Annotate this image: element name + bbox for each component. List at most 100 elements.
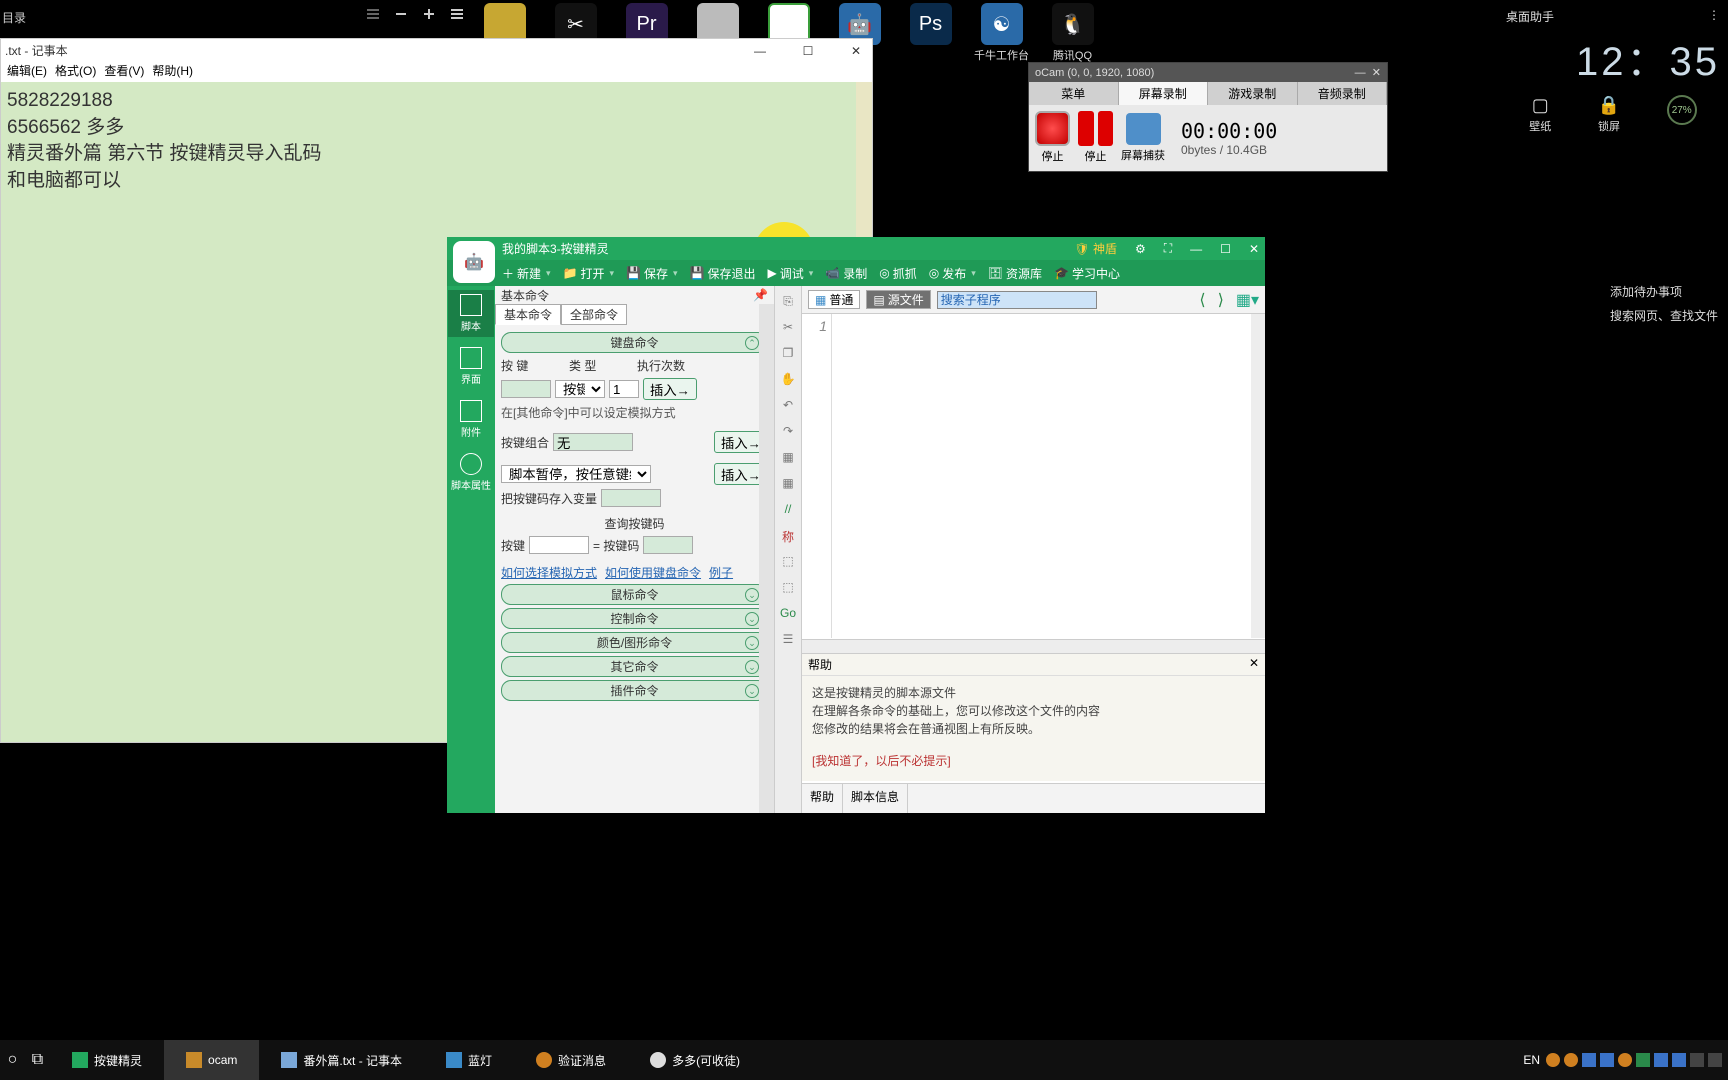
settings-icon[interactable]: ⚙ — [1135, 242, 1146, 256]
save-button[interactable]: 💾 保存▾ — [626, 265, 678, 282]
task-notepad[interactable]: 番外篇.txt - 记事本 — [259, 1040, 424, 1080]
side-attach[interactable]: 附件 — [448, 396, 494, 443]
close-icon[interactable]: ✕ — [1249, 242, 1259, 256]
nav-next-icon[interactable]: ⟩ — [1218, 290, 1224, 310]
wallpaper-icon[interactable]: ▢ — [1532, 95, 1549, 116]
cmd-tab-basic[interactable]: 基本命令 — [495, 304, 561, 325]
strip-paste-icon[interactable]: ❐ — [780, 346, 796, 362]
ocam-close-icon[interactable]: ✕ — [1372, 67, 1381, 79]
strip-go-icon[interactable]: Go — [780, 606, 796, 622]
ocam-pause-button[interactable]: 停止 — [1078, 111, 1113, 164]
tray-icons[interactable] — [1546, 1053, 1722, 1067]
type-select[interactable]: 按键 — [555, 380, 605, 398]
taskview-button[interactable]: ⧉ — [25, 1051, 50, 1069]
task-ocam[interactable]: ocam — [164, 1040, 259, 1080]
strip-copy-icon[interactable]: ⎘ — [780, 294, 796, 310]
strip-comment-icon[interactable]: // — [780, 502, 796, 518]
new-button[interactable]: ＋ 新建▾ — [502, 265, 551, 282]
save-exit-button[interactable]: 💾 保存退出 — [690, 265, 756, 282]
dock-item[interactable]: ☯千牛工作台 — [975, 3, 1028, 63]
strip-hand-icon[interactable]: ✋ — [780, 372, 796, 388]
lookup-code-input[interactable] — [643, 536, 693, 554]
close-icon[interactable]: ✕ — [844, 44, 868, 58]
minimize-icon[interactable]: — — [748, 44, 772, 58]
view-tab-source[interactable]: ▤源文件 — [866, 290, 930, 309]
percent-gauge[interactable]: 27% — [1667, 95, 1697, 125]
link-example[interactable]: 例子 — [709, 564, 733, 581]
link-sim[interactable]: 如何选择模拟方式 — [501, 564, 597, 581]
link-kbcmd[interactable]: 如何使用键盘命令 — [605, 564, 701, 581]
task-qm[interactable]: 按键精灵 — [50, 1040, 164, 1080]
strip-icon[interactable]: ⬚ — [780, 580, 796, 596]
capture-button[interactable]: ◎ 抓抓 — [879, 265, 917, 282]
search-subroutine-input[interactable] — [937, 291, 1097, 309]
acc-control[interactable]: 控制命令⌄ — [501, 608, 768, 629]
strip-char-icon[interactable]: 称 — [780, 528, 796, 544]
resources-button[interactable]: 🗄 资源库 — [988, 265, 1042, 282]
count-input[interactable] — [609, 380, 639, 398]
strip-cut-icon[interactable]: ✂ — [780, 320, 796, 336]
shield-button[interactable]: 神盾 — [1093, 242, 1117, 256]
maximize-icon[interactable]: ☐ — [1220, 242, 1231, 256]
dock-item[interactable]: Ps — [904, 3, 957, 63]
btab-help[interactable]: 帮助 — [802, 784, 843, 813]
debug-button[interactable]: ▶ 调试▾ — [768, 265, 814, 282]
cmd-scrollbar[interactable] — [759, 304, 774, 813]
combo-input[interactable] — [553, 433, 633, 451]
widget-close-icon[interactable]: ⋮ — [1708, 8, 1720, 25]
strip-icon[interactable]: ▦ — [780, 476, 796, 492]
acc-keyboard[interactable]: 键盘命令⌃ — [501, 332, 768, 353]
menu-icon[interactable] — [449, 6, 465, 22]
strip-icon[interactable]: ▦ — [780, 450, 796, 466]
ocam-tab-game[interactable]: 游戏录制 — [1208, 82, 1298, 105]
btab-scriptinfo[interactable]: 脚本信息 — [843, 784, 908, 813]
nav-prev-icon[interactable]: ⟨ — [1199, 290, 1205, 310]
publish-button[interactable]: ◎ 发布▾ — [929, 265, 976, 282]
cmd-tab-all[interactable]: 全部命令 — [561, 304, 627, 325]
maximize-icon[interactable]: ☐ — [796, 44, 820, 58]
help-confirm-link[interactable]: [我知道了，以后不必提示] — [812, 752, 1255, 770]
acc-mouse[interactable]: 鼠标命令⌄ — [501, 584, 768, 605]
side-ui[interactable]: 界面 — [448, 343, 494, 390]
strip-icon[interactable]: ⬚ — [780, 554, 796, 570]
dock-item[interactable]: 🐧腾讯QQ — [1046, 3, 1099, 63]
minimize-icon[interactable]: — — [1190, 242, 1202, 256]
key-input[interactable] — [501, 380, 551, 398]
strip-icon[interactable]: ☰ — [780, 632, 796, 648]
strip-redo-icon[interactable]: ↷ — [780, 424, 796, 440]
menu-format[interactable]: 格式(O) — [55, 62, 96, 82]
view-tab-normal[interactable]: ▦普通 — [808, 290, 860, 309]
nav-grid-icon[interactable]: ▦▾ — [1236, 290, 1259, 310]
acc-other[interactable]: 其它命令⌄ — [501, 656, 768, 677]
task-lantern[interactable]: 蓝灯 — [424, 1040, 514, 1080]
record-button[interactable]: 📹 录制 — [825, 265, 867, 282]
help-close-icon[interactable]: ✕ — [1249, 656, 1259, 673]
ocam-tab-audio[interactable]: 音频录制 — [1298, 82, 1388, 105]
open-button[interactable]: 📁 打开▾ — [563, 265, 615, 282]
editor-vscrollbar[interactable] — [1251, 314, 1265, 638]
lock-icon[interactable]: 🔒 — [1598, 95, 1620, 116]
menu-edit[interactable]: 编辑(E) — [7, 62, 47, 82]
start-button[interactable]: ○ — [0, 1051, 25, 1069]
menu-help[interactable]: 帮助(H) — [152, 62, 193, 82]
acc-plugin[interactable]: 插件命令⌄ — [501, 680, 768, 701]
task-duoduo[interactable]: 多多(可收徒) — [628, 1040, 762, 1080]
pin-icon[interactable]: 📌 — [753, 288, 768, 302]
minus-icon[interactable] — [393, 6, 409, 22]
insert-button[interactable]: 插入→ — [643, 378, 697, 400]
list-icon[interactable] — [365, 6, 381, 22]
fullscreen-icon[interactable]: ⛶ — [1164, 241, 1172, 256]
tray-lang[interactable]: EN — [1523, 1053, 1540, 1067]
editor-hscrollbar[interactable] — [802, 639, 1265, 653]
ocam-min-icon[interactable]: — — [1355, 67, 1366, 79]
plus-icon[interactable] — [421, 6, 437, 22]
code-editor[interactable]: 1 — [802, 314, 1265, 638]
ocam-capture-button[interactable]: 屏幕捕获 — [1121, 113, 1165, 163]
side-props[interactable]: 脚本属性 — [448, 449, 494, 496]
learn-button[interactable]: 🎓 学习中心 — [1054, 265, 1120, 282]
lookup-key-input[interactable] — [529, 536, 589, 554]
ocam-tab-menu[interactable]: 菜单 — [1029, 82, 1119, 105]
acc-color[interactable]: 颜色/图形命令⌄ — [501, 632, 768, 653]
side-script[interactable]: 脚本 — [448, 290, 494, 337]
ocam-stop-button[interactable]: 停止 — [1035, 111, 1070, 164]
